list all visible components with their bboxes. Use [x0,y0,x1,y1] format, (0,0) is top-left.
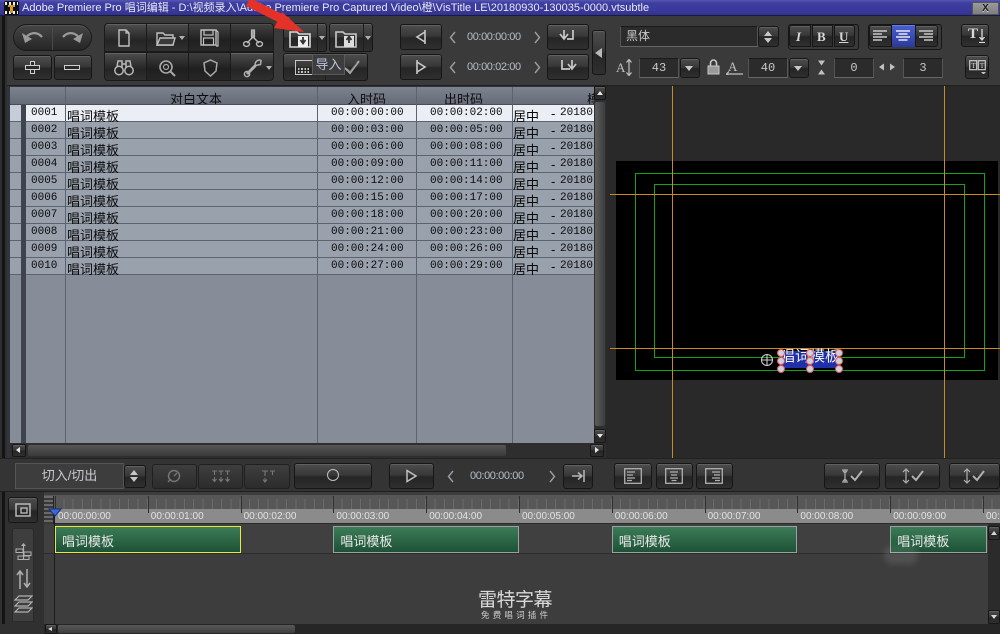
svg-text:A: A [616,60,626,75]
svg-text:T: T [971,61,976,70]
svg-text:A: A [728,59,738,74]
svg-text:T: T [980,61,985,70]
